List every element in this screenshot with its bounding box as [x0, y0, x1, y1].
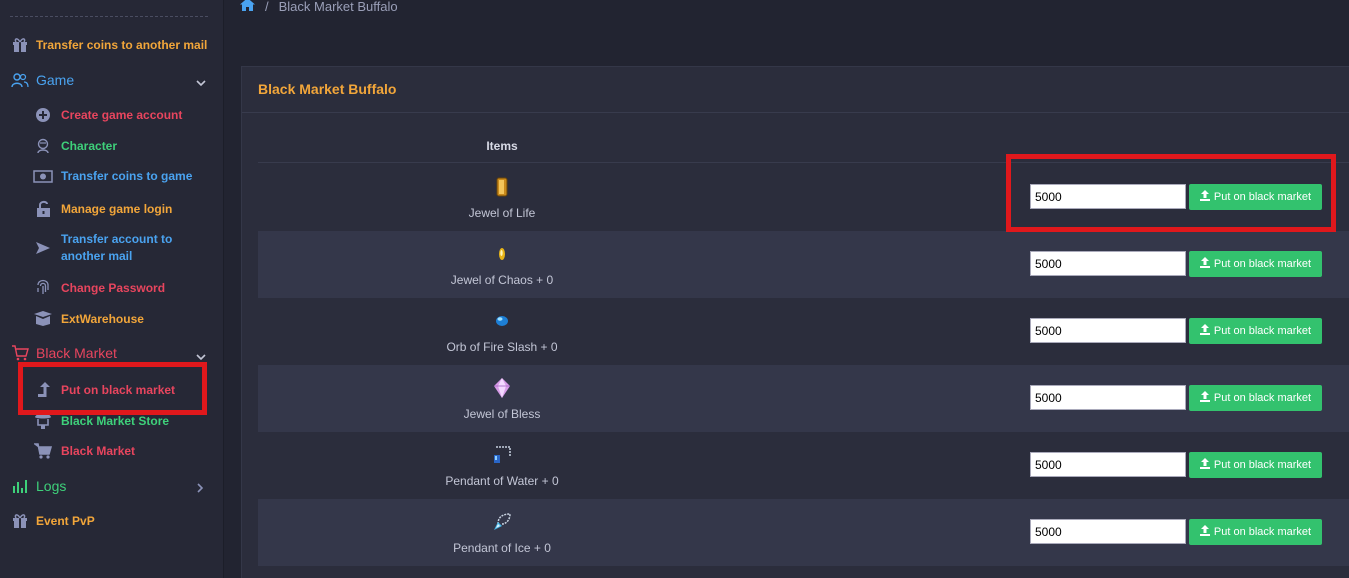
breadcrumb: / Black Market Buffalo — [240, 0, 398, 14]
sidebar-item-extwarehouse[interactable]: ExtWarehouse — [33, 311, 144, 326]
column-header-items: Items — [486, 139, 518, 153]
users-icon — [10, 72, 30, 88]
put-on-black-market-button[interactable]: Put on black market — [1189, 452, 1322, 478]
put-on-black-market-button[interactable]: Put on black market — [1189, 251, 1322, 277]
sidebar-item-create-game-account[interactable]: Create game account — [33, 107, 182, 123]
price-input[interactable] — [1030, 519, 1186, 544]
sidebar-item-event-pvp[interactable]: Event PvP — [10, 513, 95, 528]
button-label: Put on black market — [1213, 392, 1312, 404]
button-label: Put on black market — [1213, 459, 1312, 471]
price-input[interactable] — [1030, 318, 1186, 343]
button-label: Put on black market — [1213, 526, 1312, 538]
orb-icon — [488, 310, 516, 332]
sidebar-item-label: Create game account — [61, 108, 183, 122]
put-on-black-market-button[interactable]: Put on black market — [1189, 385, 1322, 411]
table-row: Jewel of Bless Put on black market — [258, 365, 1349, 432]
money-icon — [33, 169, 53, 183]
chevron-down-icon[interactable] — [196, 74, 206, 92]
table-row: Pendant of Water + 0 Put on black market — [258, 432, 1349, 499]
upload-icon — [1199, 324, 1210, 338]
plus-circle-icon — [33, 107, 53, 123]
sidebar-group-logs[interactable]: Logs — [10, 478, 66, 494]
put-on-black-market-button[interactable]: Put on black market — [1189, 519, 1322, 545]
sidebar-item-label: ExtWarehouse — [61, 311, 144, 326]
sidebar-item-label: Transfer coins to another mail — [36, 37, 208, 52]
sidebar-group-game[interactable]: Game — [10, 72, 74, 88]
item-name: Jewel of Bless — [463, 407, 541, 421]
item-name: Jewel of Chaos + 0 — [450, 273, 554, 287]
sidebar-item-change-password[interactable]: Change Password — [33, 279, 165, 296]
sidebar-item-character[interactable]: Character — [33, 138, 117, 154]
sidebar-group-black-market[interactable]: Black Market — [10, 345, 117, 361]
item-name: Pendant of Ice + 0 — [453, 541, 551, 555]
breadcrumb-current: Black Market Buffalo — [278, 0, 398, 14]
fingerprint-icon — [33, 279, 53, 296]
sidebar-item-label: Event PvP — [36, 513, 95, 528]
sidebar-item-manage-game-login[interactable]: Manage game login — [33, 200, 172, 217]
character-icon — [33, 138, 53, 154]
upload-icon — [1199, 525, 1210, 539]
price-input[interactable] — [1030, 452, 1186, 477]
sidebar-item-transfer-account[interactable]: Transfer account to another mail — [33, 231, 213, 265]
upload-icon — [1199, 391, 1210, 405]
jewel-of-life-icon — [488, 176, 516, 198]
table-row: Jewel of Chaos + 0 Put on black market — [258, 231, 1349, 298]
price-input[interactable] — [1030, 385, 1186, 410]
sidebar-item-label: Manage game login — [61, 201, 173, 216]
jewel-of-chaos-icon — [488, 243, 516, 265]
breadcrumb-separator: / — [265, 0, 269, 14]
button-label: Put on black market — [1213, 325, 1312, 337]
pendant-water-icon — [488, 444, 516, 466]
table-row: Pendant of Ice + 0 Put on black market — [258, 499, 1349, 566]
item-name: Orb of Fire Slash + 0 — [446, 340, 558, 354]
box-icon — [33, 311, 53, 326]
upload-icon — [1199, 257, 1210, 271]
bar-chart-icon — [10, 479, 30, 493]
unlock-icon — [33, 200, 53, 217]
sidebar-item-transfer-coins-mail[interactable]: Transfer coins to another mail — [10, 37, 207, 52]
item-name: Jewel of Life — [468, 206, 536, 220]
sidebar: Transfer coins to another mail Game Crea… — [0, 0, 224, 578]
home-icon[interactable] — [240, 0, 255, 14]
gift-icon — [10, 37, 30, 52]
highlight-box-first-row — [1006, 154, 1336, 232]
button-label: Put on black market — [1213, 258, 1312, 270]
sidebar-item-label: Character — [61, 139, 118, 153]
cart-icon — [33, 443, 53, 459]
sidebar-item-label: Transfer account to another mail — [61, 232, 173, 263]
sidebar-item-label: Transfer coins to game — [61, 169, 193, 183]
price-input[interactable] — [1030, 251, 1186, 276]
highlight-box-sidebar — [18, 362, 207, 415]
cart-icon — [10, 345, 30, 361]
black-market-card: Black Market Buffalo Items Jewel of Life… — [241, 66, 1349, 578]
sidebar-item-black-market[interactable]: Black Market — [33, 443, 135, 459]
sidebar-group-label: Black Market — [36, 345, 117, 361]
pendant-ice-icon — [488, 511, 516, 533]
upload-icon — [1199, 458, 1210, 472]
sidebar-item-label: Black Market — [61, 444, 136, 458]
item-name: Pendant of Water + 0 — [445, 474, 559, 488]
sidebar-group-label: Logs — [36, 478, 67, 494]
table-row: Orb of Fire Slash + 0 Put on black marke… — [258, 298, 1349, 365]
card-title: Black Market Buffalo — [242, 67, 1349, 113]
sidebar-divider — [10, 16, 208, 17]
put-on-black-market-button[interactable]: Put on black market — [1189, 318, 1322, 344]
chevron-right-icon[interactable] — [196, 480, 204, 498]
gift-icon — [10, 513, 30, 528]
jewel-of-bless-icon — [488, 377, 516, 399]
sidebar-item-label: Change Password — [61, 280, 166, 295]
sidebar-group-label: Game — [36, 72, 75, 88]
sidebar-item-label: Black Market Store — [61, 413, 170, 428]
send-icon — [33, 241, 53, 255]
sidebar-item-transfer-coins-game[interactable]: Transfer coins to game — [33, 169, 192, 183]
